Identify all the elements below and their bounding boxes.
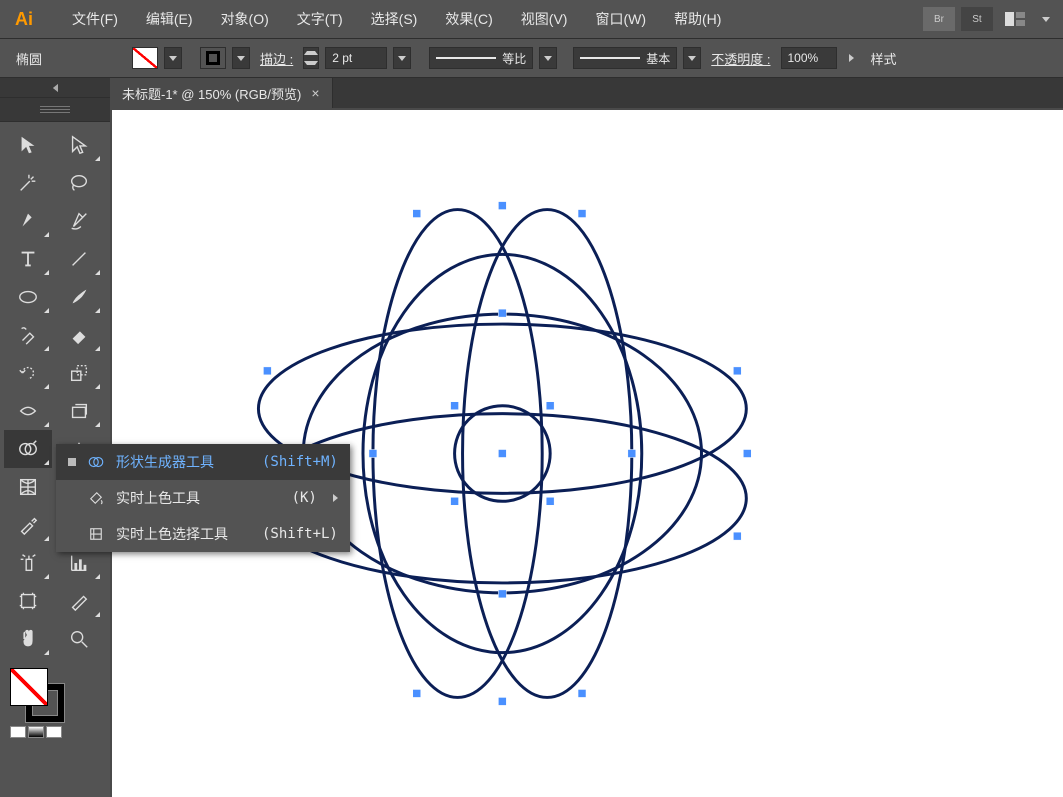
- opacity-label: 不透明度 :: [711, 49, 770, 68]
- menu-view[interactable]: 视图(V): [507, 9, 582, 29]
- bridge-icon[interactable]: Br: [923, 7, 955, 31]
- stroke-dropdown[interactable]: [232, 47, 250, 69]
- free-transform-tool[interactable]: [55, 392, 103, 430]
- flyout-item-shortcut: (Shift+M): [238, 454, 338, 470]
- brush-definition[interactable]: 基本: [573, 47, 677, 69]
- shaper-tool[interactable]: [4, 316, 52, 354]
- magic-wand-tool[interactable]: [4, 164, 52, 202]
- live-paint-bucket-icon: [86, 489, 106, 507]
- document-tabbar: 未标题-1* @ 150% (RGB/预览) ×: [110, 78, 1063, 108]
- rotate-tool[interactable]: [4, 354, 52, 392]
- scale-tool[interactable]: [55, 354, 103, 392]
- flyout-item-label: 实时上色选择工具: [116, 524, 228, 544]
- none-mode-icon[interactable]: [46, 726, 62, 738]
- stroke-weight-input[interactable]: 2 pt: [325, 47, 387, 69]
- line-tool[interactable]: [55, 240, 103, 278]
- opacity-input[interactable]: 100%: [781, 47, 837, 69]
- live-paint-selection-icon: [86, 525, 106, 543]
- flyout-live-paint-bucket[interactable]: 实时上色工具 (K): [56, 480, 350, 516]
- stroke-label: 描边 :: [260, 49, 293, 68]
- app-logo-icon: Ai: [8, 6, 40, 32]
- shape-builder-tool[interactable]: [4, 430, 52, 468]
- menubar: Ai 文件(F) 编辑(E) 对象(O) 文字(T) 选择(S) 效果(C) 视…: [0, 0, 1063, 38]
- stroke-weight-stepper[interactable]: [303, 47, 319, 69]
- document-tab-title: 未标题-1* @ 150% (RGB/预览): [122, 84, 301, 103]
- stock-icon[interactable]: St: [961, 7, 993, 31]
- stroke-swatch[interactable]: [200, 47, 226, 69]
- fill-color-box[interactable]: [10, 668, 48, 706]
- menu-edit[interactable]: 编辑(E): [132, 9, 207, 29]
- toolbox-collapse-icon[interactable]: [0, 78, 110, 98]
- menu-help[interactable]: 帮助(H): [660, 9, 735, 29]
- pen-tool[interactable]: [4, 202, 52, 240]
- width-tool[interactable]: [4, 392, 52, 430]
- symbol-sprayer-tool[interactable]: [4, 544, 52, 582]
- lasso-tool[interactable]: [55, 164, 103, 202]
- opacity-more[interactable]: [843, 47, 861, 69]
- eyedropper-tool[interactable]: [4, 506, 52, 544]
- gradient-mode-icon[interactable]: [28, 726, 44, 738]
- menu-object[interactable]: 对象(O): [207, 9, 283, 29]
- menu-select[interactable]: 选择(S): [357, 9, 432, 29]
- type-tool[interactable]: [4, 240, 52, 278]
- fill-swatch[interactable]: [132, 47, 158, 69]
- variable-width-profile[interactable]: 等比: [429, 47, 533, 69]
- arrange-dropdown[interactable]: [1037, 8, 1055, 30]
- brush-dropdown[interactable]: [683, 47, 701, 69]
- selection-tool[interactable]: [4, 126, 52, 164]
- ellipse-tool[interactable]: [4, 278, 52, 316]
- fill-stroke-indicator[interactable]: [0, 662, 110, 738]
- curvature-tool[interactable]: [55, 202, 103, 240]
- eraser-tool[interactable]: [55, 316, 103, 354]
- menu-type[interactable]: 文字(T): [283, 9, 357, 29]
- style-label[interactable]: 样式: [871, 49, 897, 68]
- menu-effect[interactable]: 效果(C): [431, 9, 506, 29]
- toolbox: [0, 78, 110, 797]
- flyout-live-paint-selection[interactable]: 实时上色选择工具 (Shift+L): [56, 516, 350, 552]
- menu-file[interactable]: 文件(F): [58, 9, 132, 29]
- stroke-weight-dropdown[interactable]: [393, 47, 411, 69]
- zoom-tool[interactable]: [55, 620, 103, 658]
- artboard-tool[interactable]: [4, 582, 52, 620]
- hand-tool[interactable]: [4, 620, 52, 658]
- slice-tool[interactable]: [55, 582, 103, 620]
- flyout-item-label: 形状生成器工具: [116, 452, 214, 472]
- selected-shape-label: 椭圆: [16, 49, 76, 68]
- flyout-item-shortcut: (K): [268, 490, 317, 506]
- fill-dropdown[interactable]: [164, 47, 182, 69]
- toolbox-grip[interactable]: [0, 98, 110, 122]
- direct-selection-tool[interactable]: [55, 126, 103, 164]
- variable-width-dropdown[interactable]: [539, 47, 557, 69]
- flyout-item-label: 实时上色工具: [116, 488, 200, 508]
- active-bullet-icon: [68, 458, 76, 466]
- document-tab[interactable]: 未标题-1* @ 150% (RGB/预览) ×: [110, 78, 333, 108]
- close-tab-icon[interactable]: ×: [311, 85, 319, 101]
- tool-flyout-menu: 形状生成器工具 (Shift+M) 实时上色工具 (K) 实时上色选择工具 (S…: [56, 444, 350, 552]
- arrange-documents-icon[interactable]: [999, 7, 1031, 31]
- menu-window[interactable]: 窗口(W): [581, 9, 660, 29]
- flyout-shape-builder[interactable]: 形状生成器工具 (Shift+M): [56, 444, 350, 480]
- submenu-caret-icon: [333, 494, 338, 502]
- control-bar: 椭圆 描边 : 2 pt 等比 基本 不透明度 : 100% 样式: [0, 38, 1063, 78]
- paintbrush-tool[interactable]: [55, 278, 103, 316]
- flyout-item-shortcut: (Shift+L): [238, 526, 338, 542]
- mesh-tool[interactable]: [4, 468, 52, 506]
- shape-builder-icon: [86, 453, 106, 471]
- color-mode-icon[interactable]: [10, 726, 26, 738]
